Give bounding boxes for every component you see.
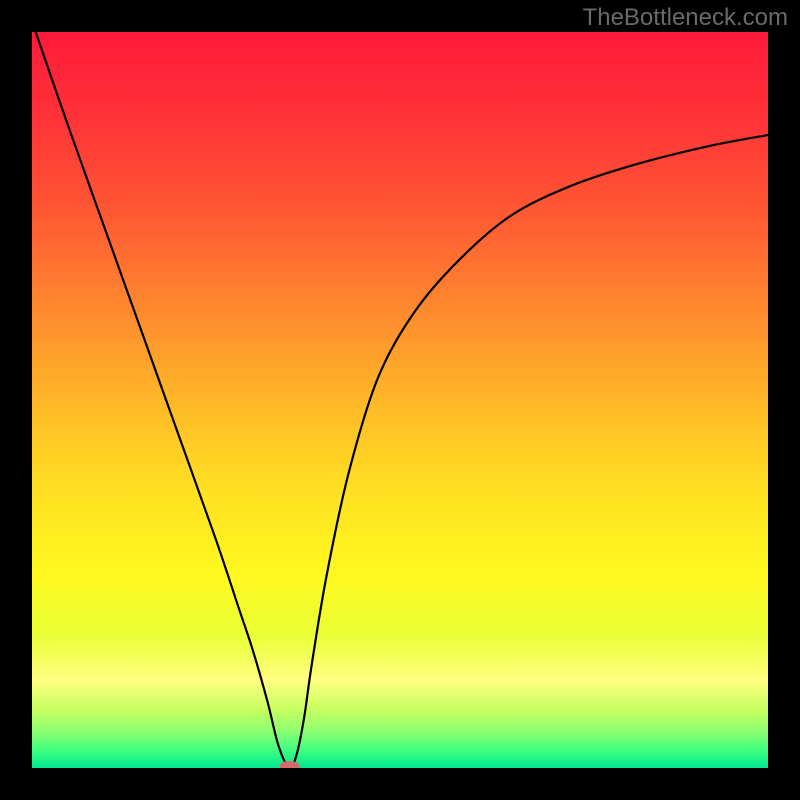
bottleneck-chart <box>32 32 768 768</box>
chart-canvas <box>32 32 768 768</box>
gradient-background <box>32 32 768 768</box>
attribution-text: TheBottleneck.com <box>583 4 788 32</box>
